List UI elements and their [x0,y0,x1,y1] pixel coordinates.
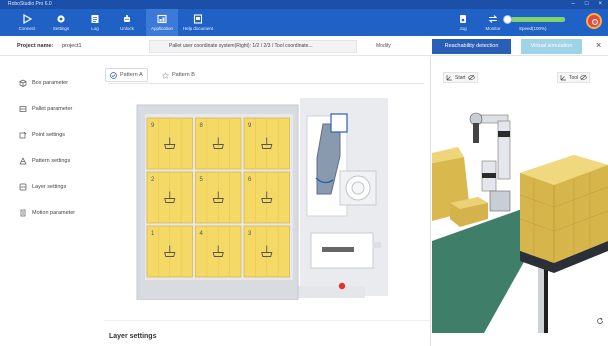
sidebar-item-layer-settings[interactable]: Layer settings [19,181,66,193]
eye-off-icon [467,74,475,81]
gear-icon [57,15,65,23]
emergency-stop-button[interactable] [586,13,602,29]
check-circle-icon [110,71,117,79]
project-bar: Project name: project1 Pallet user coord… [0,36,608,56]
robot-pedestal [489,190,511,212]
reachability-detection-button[interactable]: Reachability detection [432,39,511,54]
toolbar-label: Application [150,26,173,31]
toolbar-jog-button[interactable]: Jog [454,9,472,36]
tool-view-toggle[interactable]: Tool [557,72,591,83]
coordinate-info-field[interactable]: Pallet user coordinate system(Right): 1/… [149,40,357,53]
sidebar-item-box-parameter[interactable]: Box parameter [19,77,68,89]
minimize-button[interactable]: – [572,0,575,9]
point-icon [19,131,27,139]
play-icon [23,14,32,24]
sidebar-item-pallet-parameter[interactable]: Pallet parameter [19,103,72,115]
toolbar-application-button[interactable]: Application [146,9,178,36]
tab-pattern-a[interactable]: Pattern A [105,68,148,82]
application-icon [157,14,167,24]
toolbar-settings-button[interactable]: Settings [48,9,74,36]
sidebar-item-label: Pallet parameter [32,106,73,112]
tab-divider [108,83,424,84]
sidebar-item-motion-parameter[interactable]: Motion parameter [19,207,75,219]
tool-view-label: Tool [569,74,579,81]
equipment-base [295,286,365,298]
sidebar-item-label: Box parameter [32,80,69,86]
sidebar-item-point-settings[interactable]: Point settings [19,129,65,141]
jog-icon [460,15,466,23]
toolbar-help-button[interactable]: Help document [180,9,216,36]
toolbar-unlock-button[interactable]: Unlock [114,9,140,36]
sidebar-item-label: Motion parameter [32,210,76,216]
maximize-button[interactable]: □ [585,0,589,9]
coordinate-info-text: Pallet user coordinate system(Right): 1/… [169,43,313,49]
project-name-label: Project name: [17,43,54,49]
robot-icon [124,15,130,22]
axis-icon [446,75,452,81]
control-handle [373,242,381,248]
modify-link[interactable]: Modify [376,43,391,49]
sidebar-item-label: Pattern settings [32,158,71,164]
start-view-toggle[interactable]: Start [443,72,478,83]
speed-slider[interactable]: Speed(100%) [503,13,565,33]
section-divider [104,320,430,321]
log-icon [91,15,99,23]
toolbar-connect-button[interactable]: Connect [14,9,40,36]
robot-column [497,120,511,180]
box-grid: 9 8 92 5 61 4 3 [146,117,290,278]
app-title: RoboStudio Pro 6.0 [8,1,52,7]
pattern-icon [19,157,27,165]
toolbar-label: Settings [52,26,70,31]
pallet-icon [19,106,27,112]
close-window-button[interactable]: × [598,0,602,9]
box-icon [19,79,27,87]
toolbar-log-button[interactable]: Log [84,9,106,36]
sidebar-item-label: Point settings [32,132,66,138]
speed-track [511,17,565,22]
window-controls: – □ × [572,0,602,9]
toolbar-label: Jog [459,26,467,31]
toolbar-label: Log [91,26,99,31]
monitor-icon [488,15,498,23]
robot-base-hub [351,181,365,195]
pallet-layout-canvas[interactable]: 9 8 92 5 61 4 3 [135,96,395,300]
control-slot [322,247,354,252]
title-bar: RoboStudio Pro 6.0 – □ × [0,0,608,9]
tab-pattern-b[interactable]: Pattern B [162,68,195,82]
tab-label: Pattern B [172,72,195,78]
layer-settings-heading: Layer settings [109,333,157,340]
project-name-value: project1 [62,43,82,49]
sidebar-item-pattern-settings[interactable]: Pattern settings [19,155,70,167]
toolbar-label: Monitor [485,26,501,31]
speed-knob[interactable] [503,15,512,24]
speed-fill [511,17,565,22]
star-icon [162,71,169,79]
toolbar-label: Help document [182,26,214,31]
sidebar-item-label: Layer settings [32,184,67,190]
toolbar-label: Unlock [120,26,134,31]
eye-off-icon [580,74,587,81]
document-icon [193,14,203,24]
virtual-simulation-button[interactable]: Virtual simulation [521,39,582,54]
reset-view-icon[interactable] [596,317,604,325]
origin-marker [338,282,346,290]
start-view-label: Start [455,74,466,81]
motion-icon [20,209,26,217]
toolbar-label: Connect [18,26,36,31]
speed-label: Speed(100%) [519,26,547,31]
main-toolbar: Connect Settings Log Unlock Application … [0,9,608,36]
tab-label: Pattern A [120,72,143,78]
layer-icon [19,183,27,191]
axis-icon [560,75,566,81]
simulation-scene [432,91,608,333]
robot-joint [330,113,348,133]
close-icon[interactable]: × [596,40,601,50]
sidebar: Box parameter Pallet parameter Point set… [0,57,104,346]
